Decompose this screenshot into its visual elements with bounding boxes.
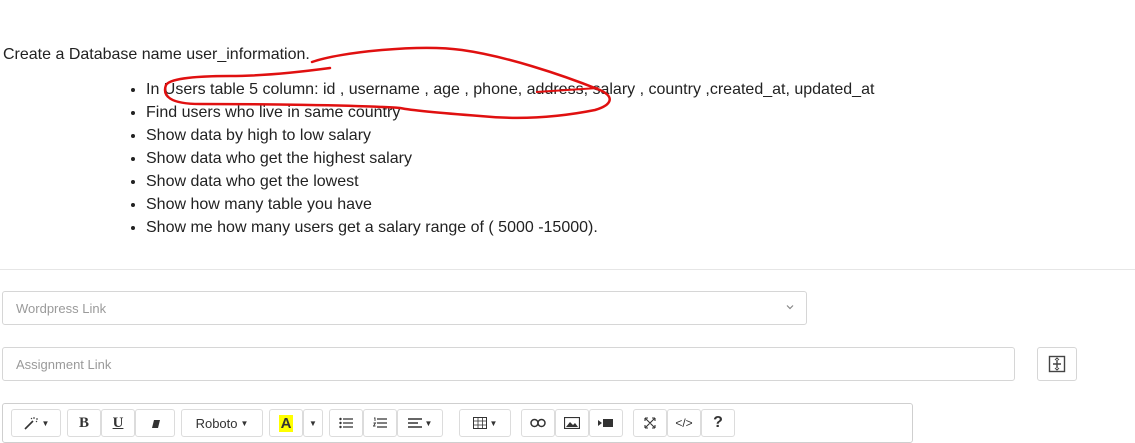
video-icon — [598, 419, 613, 427]
eraser-button[interactable] — [135, 409, 175, 437]
assignment-link-input[interactable] — [2, 347, 1015, 381]
assignment-intro: Create a Database name user_information. — [3, 46, 310, 63]
fullscreen-button[interactable] — [633, 409, 667, 437]
font-family-label: Roboto — [195, 415, 238, 431]
paragraph-align-button[interactable]: ▼ — [397, 409, 443, 437]
task-list: In Users table 5 column: id , username ,… — [124, 78, 874, 239]
link-button[interactable] — [521, 409, 555, 437]
bold-button[interactable]: B — [67, 409, 101, 437]
code-view-button[interactable]: </> — [667, 409, 701, 437]
task-item: Show data who get the lowest — [146, 170, 874, 193]
task-item: Show data who get the highest salary — [146, 147, 874, 170]
expand-icon — [1048, 355, 1066, 373]
rich-text-editor-toolbar: ▼ B U Roboto ▼ A ▼ ▼ ▼ </> ? — [2, 403, 913, 443]
chevron-down-icon: ▼ — [41, 418, 50, 428]
unordered-list-button[interactable] — [329, 409, 363, 437]
ordered-list-button[interactable] — [363, 409, 397, 437]
font-color-dropdown[interactable]: ▼ — [303, 409, 323, 437]
table-button[interactable]: ▼ — [459, 409, 511, 437]
chevron-down-icon — [786, 305, 794, 310]
task-item: Find users who live in same country — [146, 101, 874, 124]
font-family-select[interactable]: Roboto ▼ — [181, 409, 263, 437]
link-icon — [530, 418, 546, 428]
eraser-icon — [152, 420, 160, 428]
underline-button[interactable]: U — [101, 409, 135, 437]
task-item: Show me how many users get a salary rang… — [146, 216, 874, 239]
table-icon — [472, 417, 487, 429]
task-item: Show how many table you have — [146, 193, 874, 216]
image-icon — [564, 417, 580, 429]
bullet-list-icon — [339, 417, 353, 429]
image-button[interactable] — [555, 409, 589, 437]
fullscreen-icon — [644, 417, 656, 429]
chevron-down-icon: ▼ — [424, 418, 433, 428]
font-color-button[interactable]: A — [269, 409, 303, 437]
video-button[interactable] — [589, 409, 623, 437]
section-divider — [0, 269, 1135, 270]
numbered-list-icon — [373, 417, 387, 428]
magic-wand-icon — [23, 417, 38, 430]
wordpress-link-placeholder: Wordpress Link — [16, 301, 107, 316]
task-item: Show data by high to low salary — [146, 124, 874, 147]
help-button[interactable]: ? — [701, 409, 735, 437]
font-color-glyph: A — [278, 414, 294, 432]
chevron-down-icon: ▼ — [309, 418, 317, 428]
align-left-icon — [407, 418, 422, 428]
chevron-down-icon: ▼ — [240, 418, 249, 428]
task-item: In Users table 5 column: id , username ,… — [146, 78, 874, 101]
style-button[interactable]: ▼ — [11, 409, 61, 437]
chevron-down-icon: ▼ — [489, 418, 498, 428]
wordpress-link-select[interactable]: Wordpress Link — [2, 291, 807, 325]
expand-button[interactable] — [1037, 347, 1077, 381]
